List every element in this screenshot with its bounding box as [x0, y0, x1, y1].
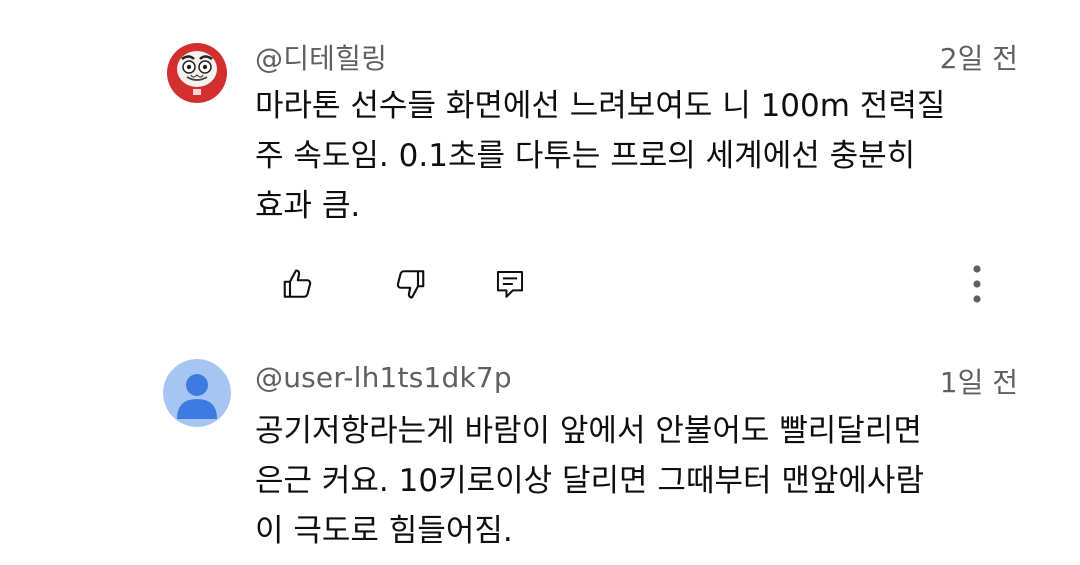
daruma-doll-avatar — [163, 35, 231, 103]
like-button[interactable] — [277, 262, 321, 306]
comment-author[interactable]: @user-lh1ts1dk7p — [255, 361, 512, 394]
comment-timestamp: 2일 전 — [939, 42, 1018, 75]
avatar[interactable] — [163, 359, 231, 427]
reply-button[interactable] — [488, 262, 532, 306]
thumbs-up-icon — [283, 269, 312, 298]
reply-icon — [496, 270, 524, 298]
avatar[interactable] — [163, 35, 231, 103]
comment-text: 마라톤 선수들 화면에선 느려보여도 니 100m 전력질 주 속도임. 0.1… — [255, 88, 946, 224]
comment-text: 공기저항라는게 바람이 앞에서 안불어도 빨리달리면 은근 커요. 10키로이상… — [255, 413, 924, 549]
comment-author[interactable]: @디테힐링 — [255, 37, 387, 77]
more-options-icon — [973, 265, 981, 303]
default-user-avatar — [163, 359, 231, 427]
comment-action-bar — [0, 262, 1080, 312]
more-options-button[interactable] — [955, 262, 999, 306]
dislike-button[interactable] — [387, 262, 431, 306]
thumbs-down-icon — [396, 270, 425, 299]
comment-timestamp: 1일 전 — [939, 366, 1018, 399]
